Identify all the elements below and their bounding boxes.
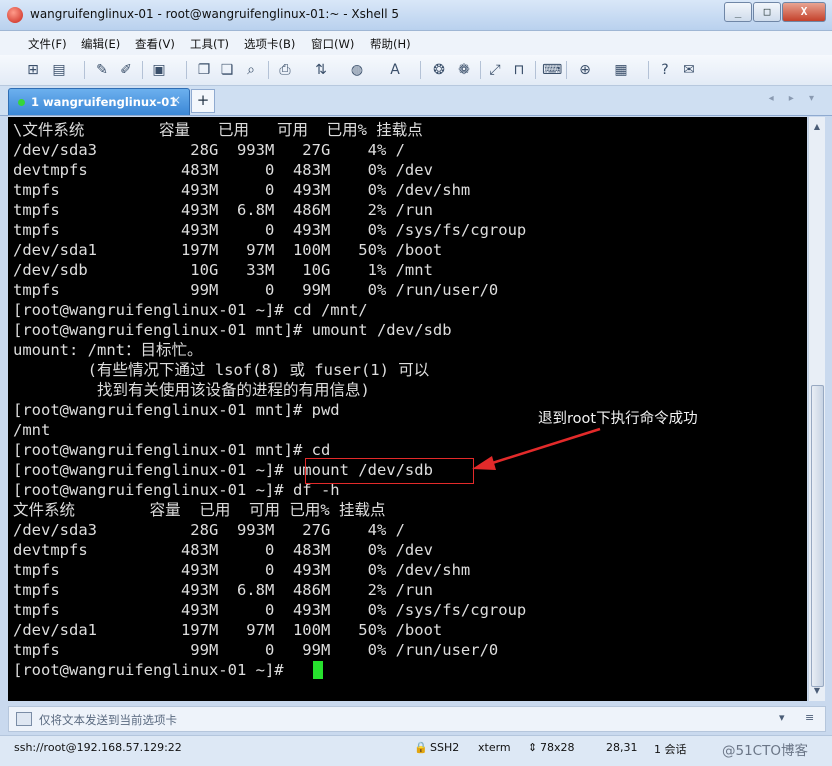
menu-tools[interactable]: 工具(T) <box>190 36 229 52</box>
add-tab-icon[interactable]: ⊕ <box>576 61 594 79</box>
close-button[interactable]: X <box>782 2 826 22</box>
toolbar: ⊞ ▤ ✎ ✐ ▣ ❐ ❏ ⌕ ⎙ ⇅ ◍ A ❂ ❁ ⤢ ⊓ ⌨ ⊕ ▦ ? … <box>0 55 832 86</box>
toolbar-separator <box>648 61 649 79</box>
find-icon[interactable]: ⌕ <box>242 61 260 79</box>
toolbar-separator <box>84 61 85 79</box>
lock-icon[interactable]: ⊓ <box>510 61 528 79</box>
command-highlight-box <box>305 458 474 484</box>
xmanager-icon[interactable]: ❁ <box>455 61 473 79</box>
globe-icon[interactable]: ◍ <box>348 61 366 79</box>
terminal-size-icon: ⇕ <box>528 741 538 754</box>
menu-help[interactable]: 帮助(H) <box>370 36 411 52</box>
print-icon[interactable]: ⎙ <box>276 61 294 79</box>
annotation-text: 退到root下执行命令成功 <box>538 411 698 427</box>
status-bar: ssh://root@192.168.57.129:22 🔒 SSH2 xter… <box>0 735 832 766</box>
toolbar-separator <box>268 61 269 79</box>
new-session-icon[interactable]: ⊞ <box>24 61 42 79</box>
window-title: wangruifenglinux-01 - root@wangruifengli… <box>30 7 399 21</box>
toolbar-separator <box>535 61 536 79</box>
properties-icon[interactable]: ▣ <box>150 61 168 79</box>
menu-file[interactable]: 文件(F) <box>28 36 67 52</box>
menu-bar: 文件(F) 编辑(E) 查看(V) 工具(T) 选项卡(B) 窗口(W) 帮助(… <box>0 31 832 55</box>
window-controls: _ □ X <box>723 2 826 22</box>
session-tab[interactable]: 1 wangruifenglinux-01 × <box>8 88 190 115</box>
compose-menu-icon[interactable]: ≡ <box>805 711 814 724</box>
protocol-label: SSH2 <box>430 741 460 754</box>
vertical-scrollbar[interactable]: ▲ ▼ <box>808 117 825 701</box>
tab-close-icon[interactable]: × <box>171 93 181 107</box>
tab-navigation-arrows[interactable]: ◂ ▸ ▾ <box>769 93 820 104</box>
tab-bar: 1 wangruifenglinux-01 × + ◂ ▸ ▾ <box>0 86 832 116</box>
session-tab-label: 1 wangruifenglinux-01 <box>31 95 178 109</box>
scrollbar-thumb[interactable] <box>811 385 824 687</box>
disconnect-icon[interactable]: ✐ <box>117 61 135 79</box>
help-icon[interactable]: ? <box>656 61 674 79</box>
paste-icon[interactable]: ❏ <box>218 61 236 79</box>
session-count-label: 1 会话 <box>654 743 687 756</box>
connection-address: ssh://root@192.168.57.129:22 <box>14 741 182 754</box>
compose-placeholder[interactable]: 仅将文本发送到当前选项卡 <box>39 712 177 728</box>
font-icon[interactable]: A <box>386 61 404 79</box>
copy-icon[interactable]: ❐ <box>195 61 213 79</box>
terminal-type-label: xterm <box>478 741 511 754</box>
layout-icon[interactable]: ▦ <box>612 61 630 79</box>
new-tab-button[interactable]: + <box>191 89 215 113</box>
compose-bar[interactable]: 仅将文本发送到当前选项卡 ▾ ≡ <box>8 706 826 732</box>
chat-icon[interactable]: ✉ <box>680 61 698 79</box>
xftp-icon[interactable]: ❂ <box>430 61 448 79</box>
title-bar: wangruifenglinux-01 - root@wangruifengli… <box>0 0 832 31</box>
scroll-up-icon[interactable]: ▲ <box>809 119 825 135</box>
terminal-size-label: 78x28 <box>540 741 575 754</box>
keyboard-icon[interactable]: ⌨ <box>542 61 562 79</box>
compose-icon <box>16 712 32 726</box>
xshell-logo-icon <box>7 7 23 23</box>
toolbar-separator <box>420 61 421 79</box>
menu-edit[interactable]: 编辑(E) <box>81 36 120 52</box>
terminal-cursor <box>313 661 323 679</box>
cursor-position-label: 28,31 <box>606 741 638 754</box>
scroll-down-icon[interactable]: ▼ <box>809 683 825 699</box>
terminal-screen[interactable]: [root@wangruifenglinux-01 ~]# tmpfs 99M … <box>8 117 807 701</box>
fullscreen-icon[interactable]: ⤢ <box>486 61 504 79</box>
menu-window[interactable]: 窗口(W) <box>311 36 354 52</box>
minimize-button[interactable]: _ <box>724 2 752 22</box>
watermark: @51CTO博客 <box>722 743 808 759</box>
menu-tabs[interactable]: 选项卡(B) <box>244 36 295 52</box>
toolbar-separator <box>480 61 481 79</box>
compose-dropdown-icon[interactable]: ▾ <box>779 711 785 724</box>
maximize-button[interactable]: □ <box>753 2 781 22</box>
menu-view[interactable]: 查看(V) <box>135 36 175 52</box>
toolbar-separator <box>186 61 187 79</box>
toolbar-separator <box>142 61 143 79</box>
transfer-icon[interactable]: ⇅ <box>312 61 330 79</box>
open-folder-icon[interactable]: ▤ <box>50 61 68 79</box>
toolbar-separator <box>566 61 567 79</box>
connect-icon[interactable]: ✎ <box>93 61 111 79</box>
connected-status-icon <box>18 99 25 106</box>
lock-status-icon: 🔒 <box>414 741 428 754</box>
